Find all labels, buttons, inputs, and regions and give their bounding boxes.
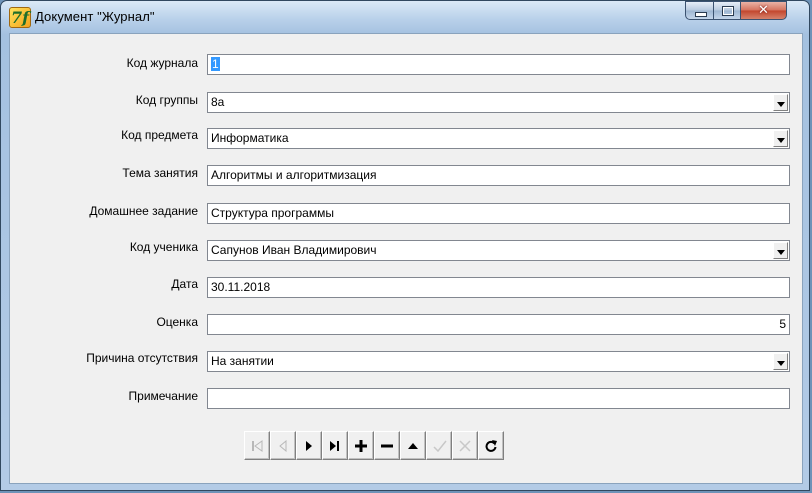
group-code-dropdown-icon[interactable] — [773, 94, 788, 111]
maximize-button[interactable] — [713, 1, 741, 20]
delete-record-button[interactable] — [374, 431, 400, 460]
journal-code-value: 1 — [211, 57, 220, 71]
insert-record-button[interactable] — [348, 431, 374, 460]
title-bar[interactable]: 7f Документ "Журнал" ✕ — [1, 1, 809, 33]
delete-record-icon — [381, 444, 393, 448]
refresh-record-button[interactable] — [478, 431, 504, 460]
journal-code-input[interactable]: 1 — [207, 54, 790, 75]
record-navigator — [244, 431, 530, 460]
document-window: 7f Документ "Журнал" ✕ Код журнала 1 Код… — [0, 0, 810, 491]
first-record-icon — [252, 440, 263, 452]
label-subject-code: Код предмета — [121, 128, 198, 142]
absence-reason-dropdown-icon[interactable] — [773, 353, 788, 370]
minimize-button[interactable] — [685, 1, 714, 20]
minimize-icon — [695, 12, 707, 17]
label-student-code: Код ученика — [129, 240, 198, 254]
subject-code-combo[interactable]: Информатика — [207, 128, 790, 149]
next-record-button[interactable] — [296, 431, 322, 460]
label-absence-reason: Причина отсутствия — [86, 351, 198, 365]
edit-record-button[interactable] — [400, 431, 426, 460]
maximize-icon — [722, 6, 734, 16]
close-icon: ✕ — [758, 3, 769, 18]
close-button[interactable]: ✕ — [740, 1, 787, 20]
label-date: Дата — [171, 277, 198, 291]
prior-record-button[interactable] — [270, 431, 296, 460]
student-code-value: Сапунов Иван Владимирович — [211, 243, 377, 257]
date-input[interactable]: 30.11.2018 — [207, 277, 790, 298]
student-code-combo[interactable]: Сапунов Иван Владимирович — [207, 240, 790, 261]
absence-reason-value: На занятии — [211, 354, 274, 368]
group-code-combo[interactable]: 8а — [207, 92, 790, 113]
label-homework: Домашнее задание — [89, 204, 198, 218]
last-record-button[interactable] — [322, 431, 348, 460]
post-record-icon — [433, 440, 447, 452]
cancel-record-icon — [459, 440, 471, 452]
absence-reason-combo[interactable]: На занятии — [207, 351, 790, 372]
window-title: Документ "Журнал" — [35, 9, 155, 24]
label-note: Примечание — [128, 389, 198, 403]
lesson-topic-input[interactable]: Алгоритмы и алгоритмизация — [207, 165, 790, 186]
subject-code-value: Информатика — [211, 131, 289, 145]
label-journal-code: Код журнала — [126, 56, 198, 70]
cancel-record-button[interactable] — [452, 431, 478, 460]
post-record-button[interactable] — [426, 431, 452, 460]
last-record-icon — [330, 441, 339, 451]
form-client-area: Код журнала 1 Код группы 8а Код предмета… — [9, 33, 803, 484]
subject-code-dropdown-icon[interactable] — [773, 130, 788, 147]
insert-record-icon — [355, 440, 367, 452]
note-input[interactable] — [207, 388, 790, 409]
first-record-button[interactable] — [244, 431, 270, 460]
student-code-dropdown-icon[interactable] — [773, 242, 788, 259]
label-group-code: Код группы — [135, 93, 198, 107]
app-icon[interactable]: 7f — [9, 7, 31, 28]
homework-input[interactable]: Структура программы — [207, 203, 790, 224]
refresh-record-icon — [485, 440, 497, 452]
grade-input[interactable]: 5 — [207, 314, 790, 335]
next-record-icon — [306, 441, 312, 451]
label-grade: Оценка — [156, 315, 198, 329]
group-code-value: 8а — [211, 95, 225, 109]
label-lesson-topic: Тема занятия — [122, 166, 198, 180]
edit-record-icon — [408, 443, 418, 449]
prior-record-icon — [279, 440, 287, 452]
